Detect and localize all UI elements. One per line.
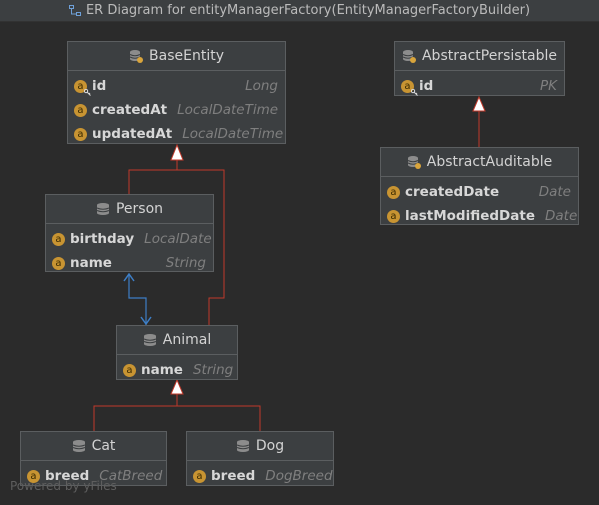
entity-name: AbstractPersistable [421, 48, 558, 64]
field-name: createdDate [405, 184, 500, 200]
entity-name: AbstractAuditable [426, 154, 553, 170]
attribute-icon: a [123, 363, 136, 377]
field-type: LocalDate [144, 231, 212, 247]
field-type: Date [538, 184, 571, 200]
field-name: birthday [70, 231, 135, 247]
field-row[interactable]: a updatedAt LocalDateTime [68, 122, 285, 146]
entity-name: Cat [91, 438, 116, 454]
entity-animal[interactable]: Animal a name String [116, 325, 238, 380]
field-name: breed [211, 468, 256, 484]
field-type: Long [245, 78, 278, 94]
attribute-icon: a [74, 103, 87, 117]
field-row[interactable]: a birthday LocalDate [46, 227, 213, 251]
edge-cat-to-animal [93, 394, 178, 431]
field-type: String [165, 255, 206, 271]
entity-header: Cat [21, 432, 166, 461]
field-name: name [141, 362, 183, 378]
field-row[interactable]: a name String [117, 358, 237, 382]
entity-header: Dog [187, 432, 333, 461]
field-name: lastModifiedDate [405, 208, 535, 224]
entity-person[interactable]: Person a birthday LocalDate a name Strin… [45, 194, 214, 272]
er-diagram-icon [68, 5, 81, 16]
database-table-icon [72, 440, 85, 452]
field-type: LocalDateTime [177, 102, 279, 118]
entity-header: AbstractAuditable [381, 148, 578, 177]
edge-dog-to-animal [177, 405, 261, 431]
field-type: DogBreed [265, 468, 333, 484]
attribute-icon: a [52, 256, 65, 270]
field-name: id [92, 78, 107, 94]
field-name: createdAt [92, 102, 168, 118]
field-type: LocalDateTime [182, 126, 284, 142]
attribute-icon: a [52, 232, 65, 246]
field-row[interactable]: a lastModifiedDate Date [381, 204, 578, 228]
field-row[interactable]: a createdDate Date [381, 180, 578, 204]
field-row[interactable]: a createdAt LocalDateTime [68, 98, 285, 122]
entity-name: Animal [162, 332, 212, 348]
powered-by-watermark: Powered by yFiles [10, 479, 117, 493]
entity-abstractpersistable[interactable]: AbstractPersistable a id PK [394, 41, 565, 96]
database-table-icon [143, 334, 156, 346]
field-type: String [192, 362, 234, 378]
field-name: updatedAt [92, 126, 173, 142]
field-name: name [70, 255, 112, 271]
entity-baseentity[interactable]: BaseEntity a id Long a createdAt LocalDa… [67, 41, 286, 144]
database-table-icon [96, 203, 110, 215]
entity-cat[interactable]: Cat a breed CatBreed [20, 431, 167, 486]
field-name: id [419, 78, 434, 94]
database-table-icon [407, 156, 421, 169]
entity-header: Person [46, 195, 213, 224]
field-row[interactable]: a id Long [68, 74, 285, 98]
field-row[interactable]: a id PK [395, 74, 564, 98]
window-title-bar: ER Diagram for entityManagerFactory(Enti… [0, 0, 599, 22]
field-type: PK [540, 78, 557, 94]
window-title: ER Diagram for entityManagerFactory(Enti… [85, 3, 531, 18]
attribute-key-icon: a [74, 79, 91, 96]
database-table-icon [236, 440, 250, 452]
entity-name: Person [115, 201, 164, 217]
edge-person-animal-association [128, 274, 147, 325]
field-row[interactable]: a name String [46, 251, 213, 275]
entity-header: BaseEntity [68, 42, 285, 71]
database-table-icon [129, 50, 144, 63]
attribute-icon: a [387, 209, 400, 223]
entity-header: AbstractPersistable [395, 42, 564, 71]
edge-person-to-baseentity [128, 160, 178, 195]
field-type: Date [544, 208, 578, 224]
attribute-icon: a [74, 127, 87, 141]
entity-name: BaseEntity [149, 48, 224, 64]
field-row[interactable]: a breed DogBreed [187, 464, 333, 488]
entity-dog[interactable]: Dog a breed DogBreed [186, 431, 334, 486]
attribute-icon: a [387, 185, 400, 199]
entity-name: Dog [255, 438, 285, 454]
database-table-icon [402, 50, 416, 63]
attribute-key-icon: a [401, 79, 418, 96]
entity-header: Animal [117, 326, 237, 355]
entity-abstractauditable[interactable]: AbstractAuditable a createdDate Date a l… [380, 147, 579, 225]
attribute-icon: a [193, 469, 206, 483]
association-arrowhead-animal [140, 316, 152, 326]
